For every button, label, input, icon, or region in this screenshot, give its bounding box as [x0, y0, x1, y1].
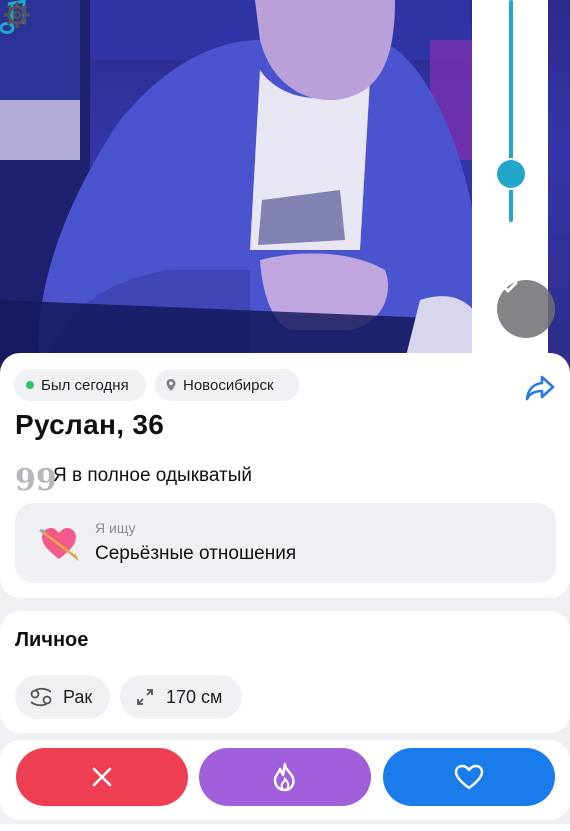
expand-arrows-icon: [137, 689, 153, 705]
seeking-value: Серьёзные отношения: [95, 543, 297, 564]
seeking-box: Я ищу Серьёзные отношения: [15, 503, 556, 583]
photo-slider-knob[interactable]: [497, 160, 525, 188]
share-arrow-icon[interactable]: [524, 373, 556, 403]
dislike-button[interactable]: [16, 748, 188, 806]
personal-section-title: Личное: [15, 629, 89, 651]
online-status-chip: Был сегодня: [14, 369, 146, 401]
height-tag: 170 см: [120, 675, 242, 719]
height-text: 170 см: [166, 686, 223, 707]
zodiac-text: Рак: [63, 686, 93, 707]
superlike-button[interactable]: [199, 748, 371, 806]
city-chip: Новосибирск: [155, 369, 299, 401]
about-text: Я в полное одыкватый: [53, 465, 253, 486]
chevron-down-icon: [498, 281, 518, 293]
like-button[interactable]: [383, 748, 555, 806]
collapse-button[interactable]: [497, 280, 555, 338]
close-icon: [92, 767, 112, 787]
city-text: Новосибирск: [183, 376, 274, 394]
profile-photo[interactable]: [0, 0, 570, 380]
personal-card: Личное Рак 170 см: [0, 611, 570, 733]
zodiac-tag: Рак: [15, 675, 110, 719]
fire-icon: [273, 762, 295, 792]
action-bar: [0, 740, 570, 820]
profile-card: Был сегодня Новосибирск Руслан, 36 99 Я …: [0, 353, 570, 598]
heart-arrow-icon: [39, 528, 79, 561]
cancer-zodiac-icon: [30, 687, 52, 707]
gear-icon[interactable]: [0, 0, 34, 30]
profile-name-age: Руслан, 36: [15, 409, 165, 440]
photo-slider-track[interactable]: [509, 0, 513, 222]
about-row: 99 Я в полное одыкватый: [15, 461, 253, 498]
heart-icon: [454, 764, 484, 790]
online-dot-icon: [26, 381, 34, 389]
seeking-label: Я ищу: [95, 520, 136, 536]
next-card-edge: [0, 824, 570, 831]
location-pin-icon: [166, 379, 176, 391]
quote-icon: 99: [15, 463, 57, 498]
online-status-text: Был сегодня: [41, 376, 129, 394]
